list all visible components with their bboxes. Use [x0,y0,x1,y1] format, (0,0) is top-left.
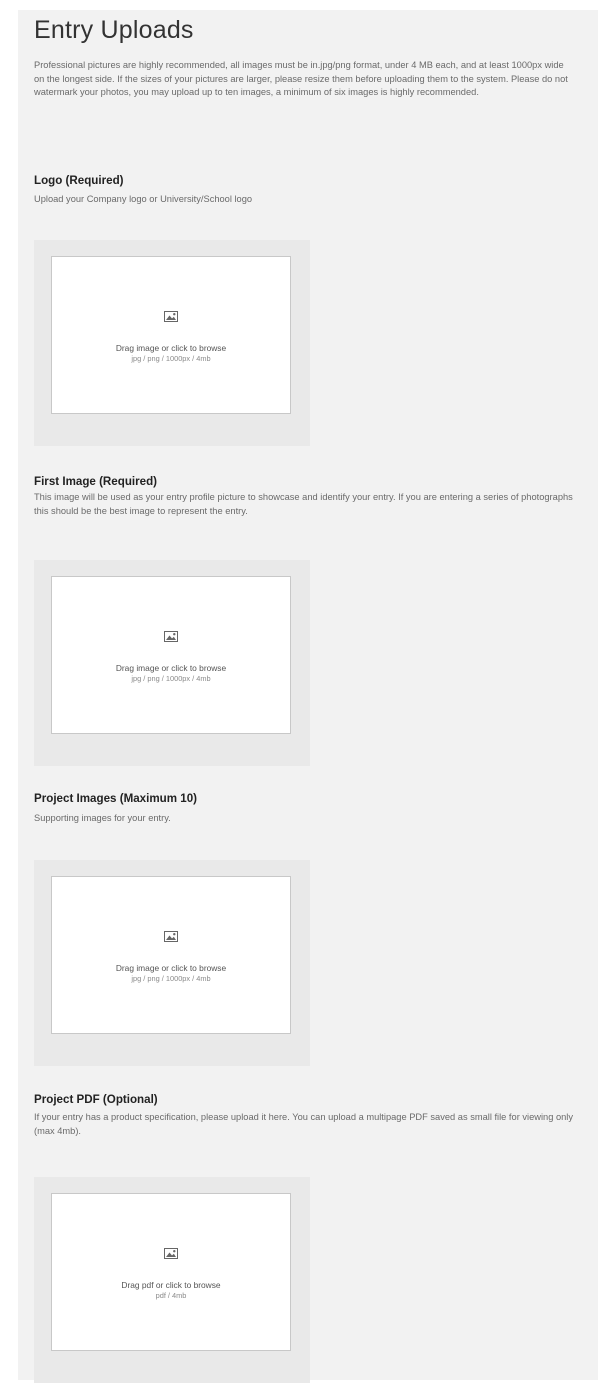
project-pdf-section-title: Project PDF (Optional) [34,1093,158,1106]
first-image-dropzone[interactable]: Drag image or click to browse jpg / png … [51,576,291,734]
image-icon [164,311,178,322]
first-image-section-description: This image will be used as your entry pr… [34,492,573,516]
project-images-dropzone[interactable]: Drag image or click to browse jpg / png … [51,876,291,1034]
project-images-section-title: Project Images (Maximum 10) [34,792,198,805]
intro-text: Professional pictures are highly recomme… [34,60,568,98]
project-pdf-dropzone[interactable]: Drag pdf or click to browse pdf / 4mb [51,1193,291,1351]
dropzone-hint: jpg / png / 1000px / 4mb [131,674,211,683]
logo-section-title: Logo (Required) [34,174,124,187]
dropzone-label: Drag image or click to browse [115,343,227,353]
dropzone-hint: jpg / png / 1000px / 4mb [131,354,211,363]
project-pdf-dropzone-container: Drag pdf or click to browse pdf / 4mb [34,1177,310,1383]
first-image-dropzone-container: Drag image or click to browse jpg / png … [34,560,310,766]
project-images-dropzone-container: Drag image or click to browse jpg / png … [34,860,310,1066]
image-icon [164,631,178,642]
logo-section-description: Upload your Company logo or University/S… [34,194,253,204]
dropzone-hint: jpg / png / 1000px / 4mb [131,974,211,983]
logo-dropzone-container: Drag image or click to browse jpg / png … [34,240,310,446]
dropzone-label: Drag pdf or click to browse [121,1280,221,1290]
first-image-section-title: First Image (Required) [34,475,158,488]
image-icon [164,931,178,942]
project-pdf-section-description: If your entry has a product specificatio… [34,1112,574,1136]
project-images-section-description: Supporting images for your entry. [34,813,171,823]
image-icon [164,1248,178,1259]
logo-dropzone[interactable]: Drag image or click to browse jpg / png … [51,256,291,414]
dropzone-label: Drag image or click to browse [115,963,227,973]
dropzone-hint: pdf / 4mb [155,1291,187,1300]
dropzone-label: Drag image or click to browse [115,663,227,673]
page-title: Entry Uploads [34,16,194,44]
